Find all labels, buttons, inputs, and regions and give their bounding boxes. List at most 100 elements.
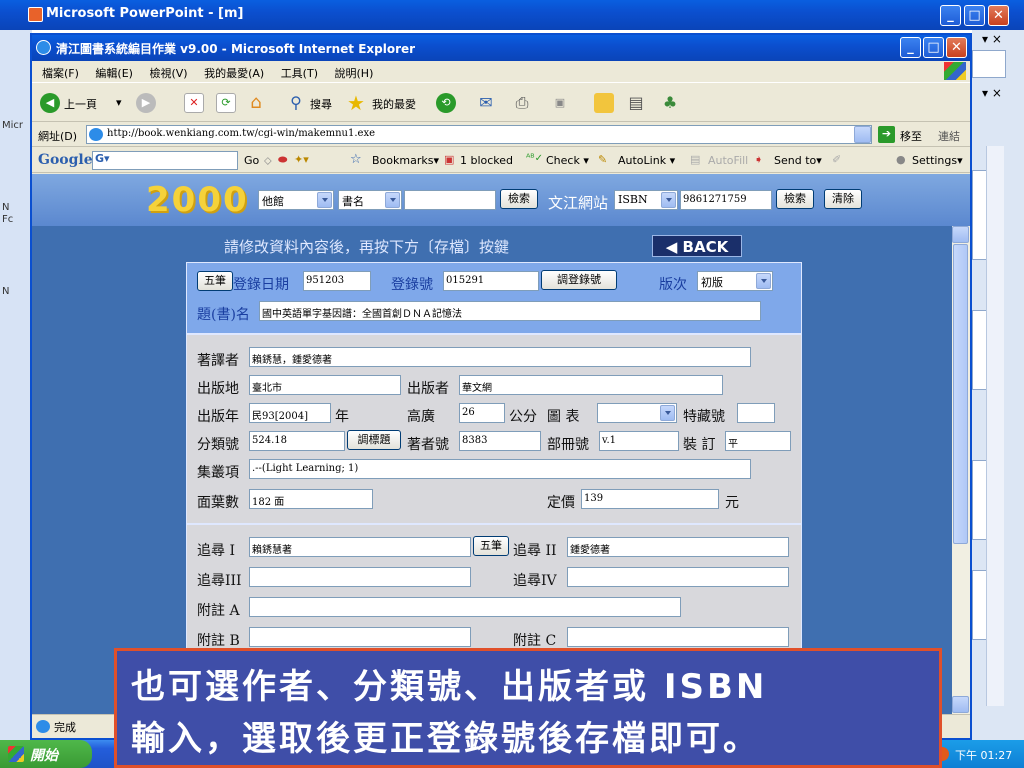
chevron-down-icon (661, 192, 676, 208)
back-button[interactable]: ◀ BACK (652, 235, 742, 257)
scroll-thumb[interactable] (953, 244, 968, 544)
go-arrow-icon[interactable]: ➔ (878, 126, 895, 143)
search-icon[interactable]: ⚲ (286, 93, 306, 113)
illus-select[interactable] (597, 403, 677, 423)
address-input[interactable]: http://book.wenkiang.com.tw/cgi-win/make… (86, 125, 872, 144)
messenger-icon[interactable]: ♣ (660, 93, 680, 113)
chevron-down-icon (756, 273, 771, 289)
chevron-down-icon[interactable]: ▾ (116, 96, 122, 109)
clear-button[interactable]: 清除 (824, 189, 862, 209)
chevron-down-icon[interactable] (854, 126, 871, 143)
bookmarks-button[interactable]: Bookmarks▾ (372, 154, 439, 167)
send-to-button[interactable]: Send to▾ (774, 154, 822, 167)
year-input[interactable]: 民93[2004] (249, 403, 331, 423)
field-select[interactable]: 書名 (338, 190, 402, 210)
minimize-icon[interactable]: _ (940, 5, 961, 26)
price-input[interactable]: 139 (581, 489, 719, 509)
folder-icon[interactable] (594, 93, 614, 113)
mail-icon[interactable]: ✉ (476, 93, 496, 113)
menu-view[interactable]: 檢視(V) (149, 67, 187, 80)
news-icon[interactable]: ✦▾ (294, 153, 309, 166)
back-label[interactable]: 上一頁 (64, 96, 97, 112)
close-icon[interactable]: ✕ (946, 37, 967, 58)
title-label: 題(書)名 (197, 307, 250, 323)
author-input[interactable]: 賴銹慧，鍾愛德著 (249, 347, 751, 367)
noteA-input[interactable] (249, 597, 681, 617)
system-tray: 下午 01:27 (928, 740, 1024, 768)
history-icon[interactable]: ⟲ (436, 93, 456, 113)
home-icon[interactable]: ⌂ (246, 93, 266, 113)
class-input[interactable]: 524.18 (249, 431, 345, 451)
noteC-input[interactable] (567, 627, 789, 647)
noteB-input[interactable] (249, 627, 471, 647)
publisher-input[interactable]: 華文網 (459, 375, 723, 395)
back-arrow-icon[interactable]: ◀ (40, 93, 60, 113)
close-pane-icon[interactable]: ▾ × (982, 32, 1002, 46)
close-pane-icon[interactable]: ▾ × (982, 86, 1002, 100)
minimize-icon[interactable]: _ (900, 37, 921, 58)
research-icon[interactable]: ▤ (626, 93, 646, 113)
maximize-icon[interactable]: □ (964, 5, 985, 26)
menu-favorites[interactable]: 我的最愛(A) (204, 67, 264, 80)
trace1-input[interactable]: 賴銹慧著 (249, 537, 471, 557)
special-input[interactable] (737, 403, 775, 423)
stop-icon[interactable]: ✕ (184, 93, 204, 113)
volume-input[interactable]: v.1 (599, 431, 679, 451)
autofill-button[interactable]: AutoFill (708, 154, 748, 167)
go-label[interactable]: 移至 (900, 128, 922, 144)
search-input[interactable] (404, 190, 496, 210)
links-label[interactable]: 連結 (938, 128, 960, 144)
forward-arrow-icon[interactable]: ▶ (136, 93, 156, 113)
isbn-input[interactable]: 9861271759 (680, 190, 772, 210)
pages-input[interactable]: 182 面 (249, 489, 373, 509)
favorites-label[interactable]: 我的最愛 (372, 96, 416, 112)
menu-edit[interactable]: 編輯(E) (95, 67, 133, 80)
isbn-search-button[interactable]: 檢索 (776, 189, 814, 209)
ppt-pane-button[interactable] (972, 50, 1006, 78)
pagerank-icon[interactable]: ⬬ (278, 153, 287, 167)
adjust-title-button[interactable]: 調標題 (347, 430, 401, 450)
search-label[interactable]: 搜尋 (310, 96, 332, 112)
search-button[interactable]: 檢索 (500, 189, 538, 209)
scroll-up-icon[interactable] (952, 226, 969, 243)
place-input[interactable]: 臺北市 (249, 375, 401, 395)
trace2-input[interactable]: 鍾愛德著 (567, 537, 789, 557)
edition-select[interactable]: 初版 (697, 271, 773, 291)
google-search-input[interactable]: G▾ (92, 151, 238, 170)
highlight-icon[interactable]: ✐ (832, 153, 841, 166)
series-input[interactable]: .--(Light Learning; 1) (249, 459, 751, 479)
adjust-reg-no-button[interactable]: 調登錄號 (541, 270, 617, 290)
trace-wubi-button[interactable]: 五筆 (473, 536, 509, 556)
reg-date-label: 登錄日期 (233, 277, 289, 293)
reg-date-input[interactable]: 951203 (303, 271, 371, 291)
wubi-button[interactable]: 五筆 (197, 271, 233, 291)
page-scrollbar[interactable] (952, 226, 970, 714)
google-go-button[interactable]: Go (244, 154, 259, 167)
site-select[interactable]: ISBN (614, 190, 678, 210)
author-no-input[interactable]: 8383 (459, 431, 541, 451)
title-input[interactable]: 國中英語單字基因譜：全國首創ＤＮＡ記憶法 (259, 301, 761, 321)
close-icon[interactable]: ✕ (988, 5, 1009, 26)
ppt-scrollbar[interactable] (986, 146, 1004, 706)
menu-help[interactable]: 說明(H) (335, 67, 374, 80)
scroll-down-icon[interactable] (952, 696, 969, 713)
favorites-star-icon[interactable]: ★ (346, 93, 366, 113)
edit-icon[interactable]: ▣ (550, 93, 570, 113)
print-icon[interactable]: ⎙ (512, 93, 532, 113)
trace4-input[interactable] (567, 567, 789, 587)
autolink-button[interactable]: AutoLink ▾ (618, 154, 675, 167)
check-button[interactable]: Check ▾ (546, 154, 589, 167)
trace3-input[interactable] (249, 567, 471, 587)
library-select[interactable]: 他館 (258, 190, 334, 210)
height-input[interactable]: 26 (459, 403, 505, 423)
binding-input[interactable]: 平 (725, 431, 791, 451)
ie-title-bar: 清江圖書系統編目作業 v9.00 - Microsoft Internet Ex… (32, 35, 970, 61)
reg-no-input[interactable]: 015291 (443, 271, 539, 291)
menu-tools[interactable]: 工具(T) (281, 67, 318, 80)
settings-button[interactable]: Settings▾ (912, 154, 963, 167)
start-button[interactable]: 開始 (0, 740, 92, 768)
blocked-button[interactable]: 1 blocked (460, 154, 513, 167)
maximize-icon[interactable]: □ (923, 37, 944, 58)
menu-file[interactable]: 檔案(F) (42, 67, 79, 80)
refresh-icon[interactable]: ⟳ (216, 93, 236, 113)
